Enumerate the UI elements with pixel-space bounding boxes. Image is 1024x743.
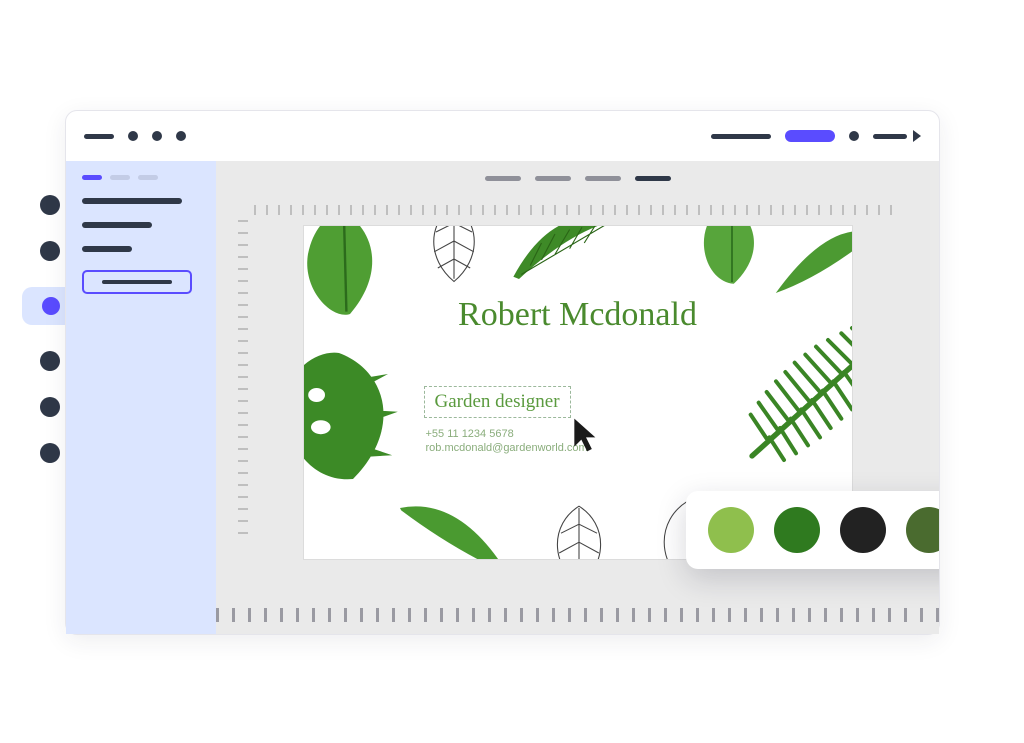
toolbar-dot-4[interactable] bbox=[849, 131, 859, 141]
editor-body: Robert Mcdonald Garden designer +55 11 1… bbox=[66, 161, 939, 634]
rail-tool-5[interactable] bbox=[40, 397, 60, 417]
leaf-outline-icon bbox=[524, 499, 634, 560]
color-swatch-3[interactable] bbox=[840, 507, 886, 553]
leaf-outline-icon bbox=[404, 225, 504, 286]
panel-item-1[interactable] bbox=[82, 198, 182, 204]
toolbar-dot-3[interactable] bbox=[176, 131, 186, 141]
rail-tool-6[interactable] bbox=[40, 443, 60, 463]
canvas-tabs bbox=[216, 161, 939, 195]
palm-frond-icon bbox=[732, 321, 853, 471]
top-toolbar bbox=[66, 111, 939, 161]
panel-item-3[interactable] bbox=[82, 246, 132, 252]
chevron-right-icon bbox=[913, 130, 921, 142]
toolbar-dot-2[interactable] bbox=[152, 131, 162, 141]
card-role: Garden designer bbox=[435, 391, 560, 412]
color-swatch-1[interactable] bbox=[708, 507, 754, 553]
card-email[interactable]: rob.mcdonald@gardenworld.com bbox=[426, 442, 588, 454]
rail-tool-2[interactable] bbox=[40, 241, 60, 261]
editor-window: Robert Mcdonald Garden designer +55 11 1… bbox=[65, 110, 940, 635]
left-panel bbox=[66, 161, 216, 634]
rail-tool-active-wrap bbox=[22, 287, 68, 325]
ruler-vertical bbox=[238, 215, 248, 534]
rail-tool-1[interactable] bbox=[40, 195, 60, 215]
color-swatch-2[interactable] bbox=[774, 507, 820, 553]
menu-icon[interactable] bbox=[84, 134, 114, 139]
monstera-leaf-icon bbox=[303, 346, 409, 486]
toolbar-next[interactable] bbox=[873, 130, 921, 142]
color-swatch-4[interactable] bbox=[906, 507, 939, 553]
palm-leaf-icon bbox=[504, 225, 624, 288]
canvas-area: Robert Mcdonald Garden designer +55 11 1… bbox=[216, 161, 939, 634]
card-role-selection[interactable]: Garden designer bbox=[424, 386, 571, 418]
ruler-horizontal bbox=[254, 205, 901, 215]
tool-rail bbox=[40, 195, 68, 463]
canvas-tab-1[interactable] bbox=[485, 176, 521, 181]
palm-leaf-icon bbox=[394, 494, 514, 560]
card-name[interactable]: Robert Mcdonald bbox=[304, 296, 852, 334]
panel-tab-2[interactable] bbox=[110, 175, 130, 180]
rail-tool-3[interactable] bbox=[42, 297, 60, 315]
panel-item-selected[interactable] bbox=[82, 270, 192, 294]
toolbar-primary-button[interactable] bbox=[785, 130, 835, 142]
ruler-bottom bbox=[216, 594, 939, 634]
canvas-tab-2[interactable] bbox=[535, 176, 571, 181]
toolbar-dot-1[interactable] bbox=[128, 131, 138, 141]
panel-tab-1[interactable] bbox=[82, 175, 102, 180]
canvas-tab-3[interactable] bbox=[585, 176, 621, 181]
toolbar-action-1[interactable] bbox=[711, 134, 771, 139]
panel-item-2[interactable] bbox=[82, 222, 152, 228]
panel-tabs bbox=[82, 175, 204, 180]
card-phone[interactable]: +55 11 1234 5678 bbox=[426, 428, 514, 440]
rail-tool-4[interactable] bbox=[40, 351, 60, 371]
color-palette-popover bbox=[686, 491, 939, 569]
panel-tab-3[interactable] bbox=[138, 175, 158, 180]
canvas-tab-4[interactable] bbox=[635, 176, 671, 181]
